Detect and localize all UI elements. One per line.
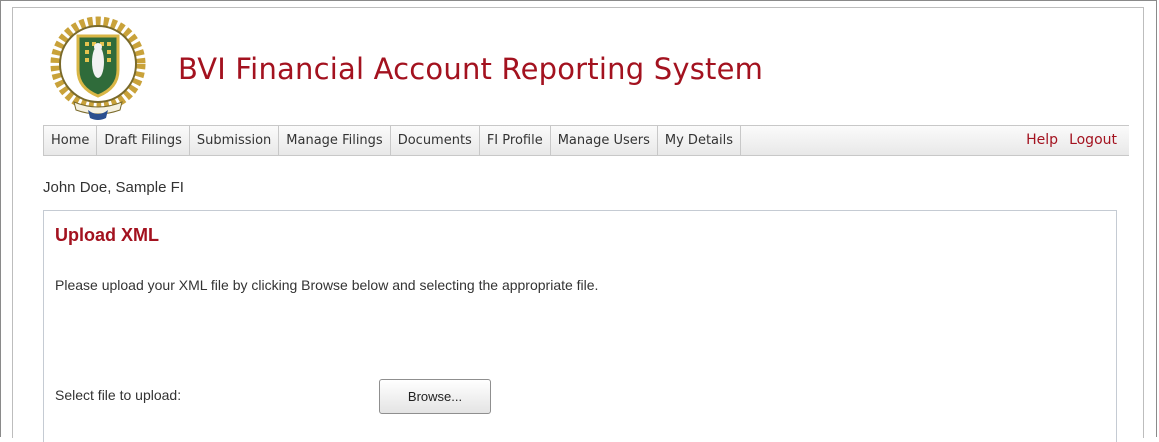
help-link[interactable]: Help (1026, 126, 1058, 155)
nav-item-submission[interactable]: Submission (190, 126, 280, 155)
panel-title: Upload XML (55, 225, 159, 245)
file-select-label: Select file to upload: (55, 387, 182, 403)
coat-of-arms-logo (50, 16, 146, 120)
main-nav: Home Draft Filings Submission Manage Fil… (43, 125, 1129, 156)
upload-instructions: Please upload your XML file by clicking … (55, 277, 599, 293)
nav-item-my-details[interactable]: My Details (658, 126, 742, 155)
logout-link[interactable]: Logout (1069, 126, 1117, 155)
nav-items: Home Draft Filings Submission Manage Fil… (43, 126, 742, 155)
nav-right-links: Help Logout (1026, 126, 1117, 155)
page: BVI Financial Account Reporting System H… (12, 7, 1144, 442)
upload-panel: Upload XML Please upload your XML file b… (43, 210, 1117, 442)
header: BVI Financial Account Reporting System (13, 8, 1143, 123)
nav-item-draft-filings[interactable]: Draft Filings (97, 126, 190, 155)
site-title: BVI Financial Account Reporting System (178, 52, 764, 86)
nav-item-manage-users[interactable]: Manage Users (551, 126, 658, 155)
nav-item-manage-filings[interactable]: Manage Filings (279, 126, 391, 155)
nav-item-fi-profile[interactable]: FI Profile (480, 126, 551, 155)
current-user-label: John Doe, Sample FI (43, 179, 184, 196)
browse-button[interactable]: Browse... (379, 379, 491, 414)
nav-item-home[interactable]: Home (43, 126, 98, 155)
nav-item-documents[interactable]: Documents (391, 126, 480, 155)
